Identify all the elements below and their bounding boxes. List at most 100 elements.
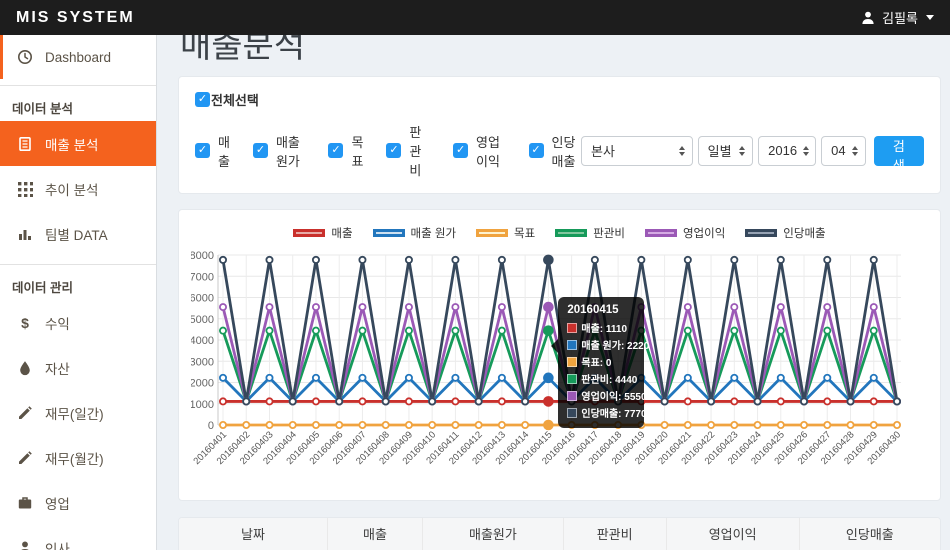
person-icon [16, 539, 33, 550]
legend-swatch [745, 229, 777, 237]
app-brand: MIS SYSTEM [16, 9, 135, 27]
sidebar-item-0-1[interactable]: 추이 분석 [0, 166, 156, 211]
tooltip-text: 매출: 1110 [581, 320, 627, 335]
series-checkbox-4[interactable]: ✓영업이익 [453, 132, 505, 170]
sidebar-item-0-0[interactable]: 매출 분석 [0, 121, 156, 166]
svg-text:8000: 8000 [191, 250, 214, 262]
tooltip-title: 20160415 [567, 304, 635, 316]
series-checkbox-1[interactable]: ✓매출원가 [253, 132, 305, 170]
sidebar-item-label: 재무(일간) [45, 403, 104, 423]
period-select[interactable]: 일별 [698, 136, 753, 166]
table-header-cell: 날짜 [179, 518, 327, 550]
legend-swatch [373, 229, 405, 237]
year-select[interactable]: 2016 [758, 136, 816, 166]
sidebar-item-1-2[interactable]: 재무(일간) [0, 390, 156, 435]
tooltip-text: 목표: 0 [581, 354, 611, 369]
legend-item-1: 매출 원가 [373, 225, 457, 241]
chart-tooltip: 20160415 매출: 1110 매출 원가: 2220 목표: 0 판관비: 444… [558, 297, 644, 428]
legend-swatch [645, 229, 677, 237]
checkbox-icon: ✓ [386, 143, 401, 158]
user-menu[interactable]: 김필록 [859, 8, 934, 27]
tooltip-row: 매출: 1110 [567, 320, 635, 335]
sidebar-item-1-4[interactable]: 영업 [0, 480, 156, 525]
chart-area[interactable]: 0100020003000400050006000700080002016040… [191, 247, 928, 496]
select-caret-icon [803, 146, 809, 156]
checkbox-icon: ✓ [453, 143, 468, 158]
sidebar-item-label: 영업 [45, 493, 70, 513]
legend-item-2: 목표 [476, 225, 535, 241]
main-content: 매출분석 ✓ 전체선택 ✓매출✓매출원가✓목표✓판관비✓영업이익✓인당매출 본사… [157, 35, 950, 550]
sidebar-item-label: 수익 [45, 313, 70, 333]
sidebar-item-1-1[interactable]: 자산 [0, 345, 156, 390]
chevron-down-icon [926, 15, 934, 20]
tooltip-swatch [567, 391, 577, 401]
tooltip-swatch [567, 323, 577, 333]
dollar-icon: $ [16, 314, 33, 331]
top-header: MIS SYSTEM 김필록 [0, 0, 950, 35]
sales-line-chart[interactable]: 0100020003000400050006000700080002016040… [191, 247, 907, 491]
legend-swatch [476, 229, 508, 237]
checkbox-label: 매출 [218, 132, 230, 170]
sidebar-item-label: Dashboard [45, 50, 111, 65]
tooltip-row: 매출 원가: 2220 [567, 337, 635, 352]
svg-text:1000: 1000 [191, 399, 214, 411]
briefcase-icon [16, 494, 33, 511]
legend-label: 매출 원가 [411, 225, 457, 241]
person-icon [859, 9, 876, 26]
tooltip-text: 판관비: 4440 [581, 371, 637, 386]
svg-text:5000: 5000 [191, 314, 214, 326]
legend-item-4: 영업이익 [645, 225, 725, 241]
sidebar-item-0-2[interactable]: 팀별 DATA [0, 211, 156, 256]
checkbox-icon: ✓ [328, 143, 343, 158]
chart-legend: 매출매출 원가목표판관비영업이익인당매출 [191, 221, 928, 245]
table-header-cell: 인당매출 [799, 518, 940, 550]
sidebar-item-label: 재무(월간) [45, 448, 104, 468]
checkbox-icon: ✓ [529, 143, 544, 158]
pencil-icon [16, 404, 33, 421]
series-checkbox-2[interactable]: ✓목표 [328, 132, 363, 170]
tooltip-row: 판관비: 4440 [567, 371, 635, 386]
legend-label: 인당매출 [783, 225, 825, 241]
tooltip-text: 인당매출: 7770 [581, 405, 646, 420]
sidebar: Dashboard 데이터 분석매출 분석추이 분석팀별 DATA데이터 관리$… [0, 35, 157, 550]
search-button[interactable]: 검색 [874, 136, 924, 166]
select-caret-icon [852, 146, 858, 156]
legend-label: 매출 [331, 225, 352, 241]
sidebar-item-label: 자산 [45, 358, 70, 378]
series-checkbox-3[interactable]: ✓ 판관비 [386, 122, 430, 179]
select-caret-icon [739, 146, 745, 156]
select-all-checkbox[interactable]: ✓ 전체선택 [195, 90, 259, 109]
sidebar-item-dashboard[interactable]: Dashboard [0, 35, 156, 79]
checkbox-label: 판관비 [409, 122, 430, 179]
page-title: 매출분석 [180, 35, 941, 67]
document-icon [16, 135, 33, 152]
user-name: 김필록 [882, 8, 918, 27]
tooltip-swatch [567, 357, 577, 367]
data-table-panel: 날짜매출매출원가판관비영업이익인당매출 20160430111011101110… [178, 517, 941, 550]
svg-text:0: 0 [208, 420, 214, 432]
sidebar-item-label: 추이 분석 [45, 179, 98, 199]
sidebar-item-label: 팀별 DATA [45, 224, 108, 244]
sidebar-item-1-5[interactable]: 인사 [0, 525, 156, 550]
month-select[interactable]: 04 [821, 136, 865, 166]
tooltip-text: 영업이익: 5550 [581, 388, 646, 403]
tooltip-text: 매출 원가: 2220 [581, 337, 649, 352]
checkbox-icon: ✓ [195, 92, 210, 107]
svg-text:3000: 3000 [191, 356, 214, 368]
tooltip-row: 인당매출: 7770 [567, 405, 635, 420]
sidebar-item-1-3[interactable]: 재무(월간) [0, 435, 156, 480]
series-checkbox-5[interactable]: ✓인당매출 [529, 132, 581, 170]
tooltip-row: 영업이익: 5550 [567, 388, 635, 403]
sidebar-item-1-0[interactable]: $ 수익 [0, 300, 156, 345]
select-value: 일별 [708, 141, 732, 160]
svg-text:$: $ [21, 315, 29, 331]
series-checkbox-0[interactable]: ✓매출 [195, 132, 230, 170]
bar-chart-icon [16, 225, 33, 242]
legend-label: 영업이익 [683, 225, 725, 241]
clock-icon [16, 49, 33, 66]
sidebar-item-label: 매출 분석 [45, 134, 98, 154]
table-header-cell: 판관비 [563, 518, 666, 550]
branch-select[interactable]: 본사 [581, 136, 693, 166]
droplet-icon [16, 359, 33, 376]
legend-item-0: 매출 [293, 225, 352, 241]
